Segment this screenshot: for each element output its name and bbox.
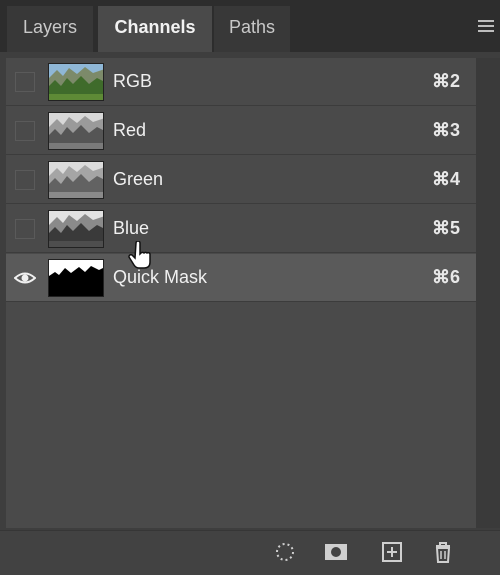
panel-tab-bar: Layers Channels Paths [0, 0, 500, 52]
channel-thumbnail-green [48, 161, 104, 199]
channel-row-quick-mask[interactable]: Quick Mask ⌘6 [6, 254, 476, 302]
channel-shortcut: ⌘4 [431, 169, 460, 189]
channel-list: RGB ⌘2 Red ⌘3 Green ⌘4 Blue ⌘5 Quick Mas… [6, 58, 476, 528]
channel-shortcut: ⌘6 [431, 267, 460, 287]
eye-icon[interactable] [13, 269, 37, 287]
channel-thumbnail-red [48, 112, 104, 150]
panel-menu-icon[interactable] [478, 20, 494, 32]
scrollbar[interactable] [476, 58, 500, 528]
channel-thumbnail-rgb [48, 63, 104, 101]
visibility-toggle[interactable] [15, 72, 35, 92]
channel-row-green[interactable]: Green ⌘4 [6, 156, 476, 204]
save-selection-icon[interactable] [323, 539, 349, 565]
channel-shortcut: ⌘3 [431, 120, 460, 140]
channel-shortcut: ⌘5 [431, 218, 460, 238]
channel-name: Blue [113, 218, 150, 238]
visibility-toggle[interactable] [15, 121, 35, 141]
channel-thumbnail-quick-mask [48, 259, 104, 297]
channel-name: RGB [113, 71, 153, 91]
delete-channel-icon[interactable] [430, 539, 456, 565]
channel-name: Green [113, 169, 164, 189]
channel-thumbnail-blue [48, 210, 104, 248]
load-selection-icon[interactable] [272, 539, 298, 565]
new-channel-icon[interactable] [379, 539, 405, 565]
tab-channels[interactable]: Channels [98, 6, 212, 52]
channel-row-blue[interactable]: Blue ⌘5 [6, 205, 476, 253]
channel-shortcut: ⌘2 [431, 71, 460, 91]
tab-paths[interactable]: Paths [214, 6, 290, 52]
visibility-toggle[interactable] [15, 170, 35, 190]
visibility-toggle[interactable] [15, 219, 35, 239]
hand-cursor-icon [128, 240, 154, 271]
channels-panel: Layers Channels Paths RGB ⌘2 Red ⌘3 Gree… [0, 0, 500, 575]
channel-name: Red [113, 120, 147, 140]
tab-layers[interactable]: Layers [7, 6, 93, 52]
panel-toolbar [0, 530, 500, 575]
channel-row-rgb[interactable]: RGB ⌘2 [6, 58, 476, 106]
channel-row-red[interactable]: Red ⌘3 [6, 107, 476, 155]
